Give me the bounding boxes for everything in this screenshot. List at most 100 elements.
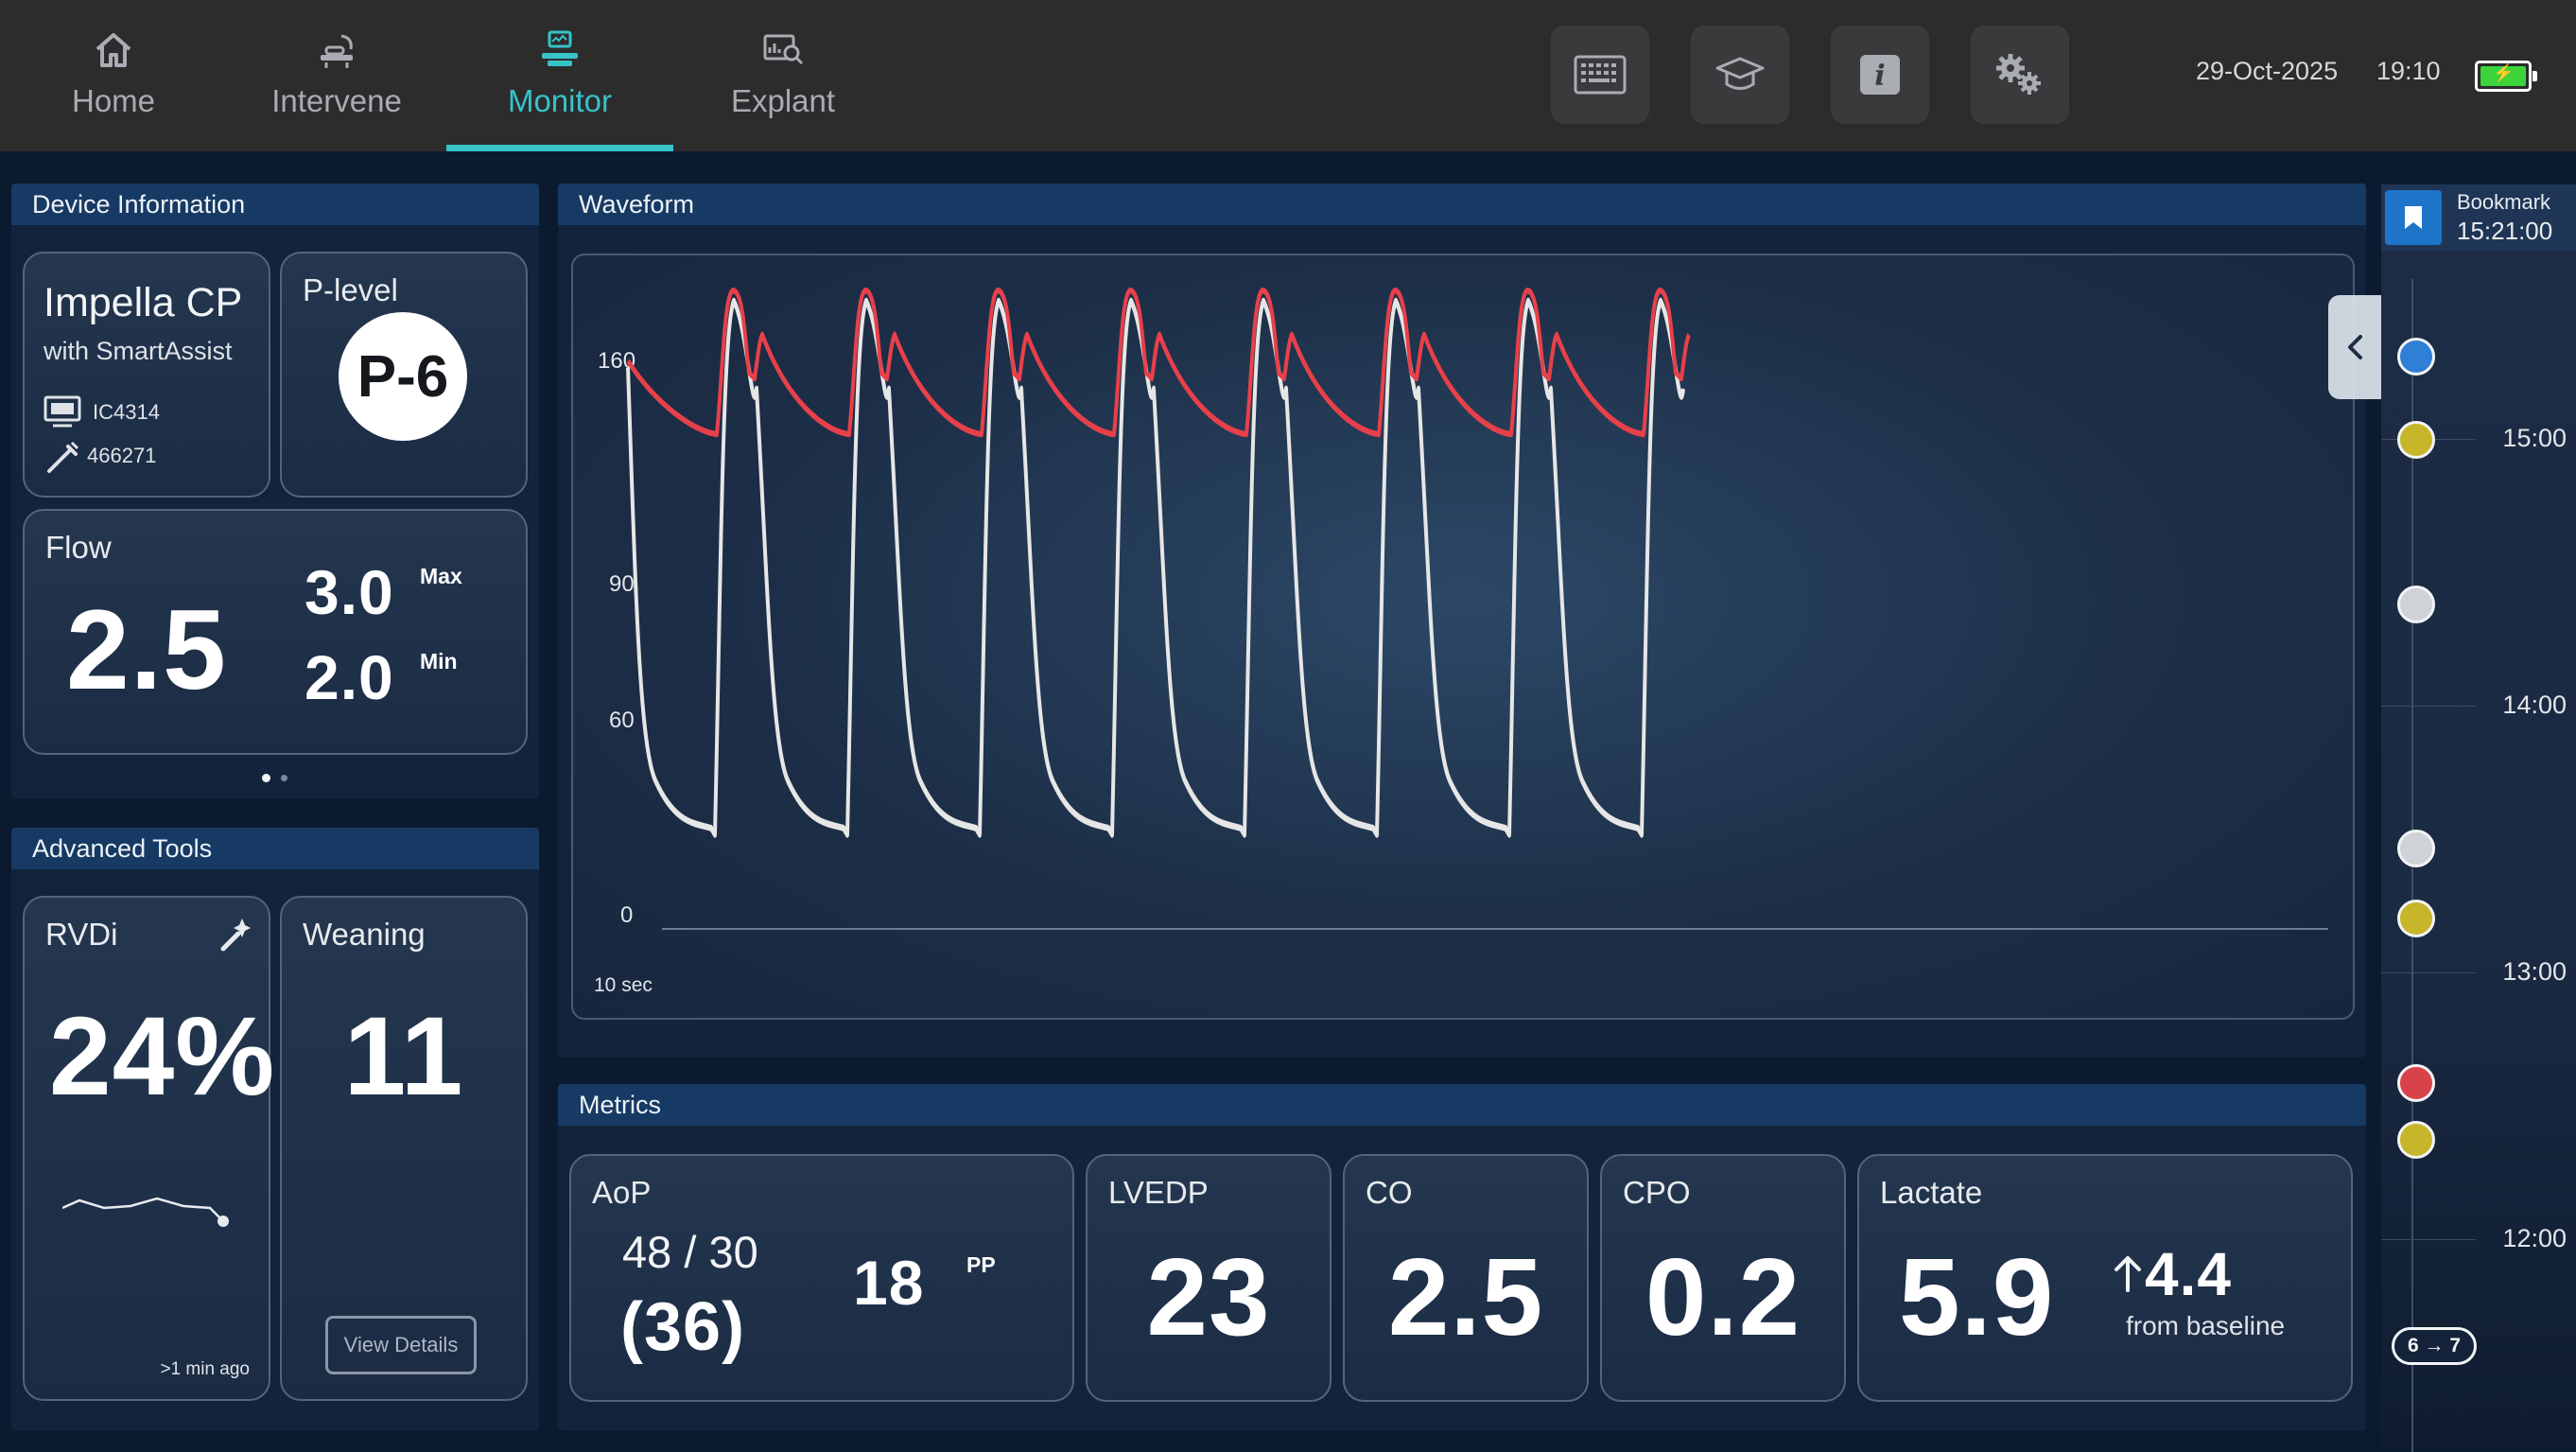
- cpo-card[interactable]: CPO 0.2: [1600, 1154, 1846, 1402]
- flow-value: 2.5: [66, 586, 227, 713]
- timeline-event-yellow[interactable]: [2397, 900, 2435, 937]
- settings-button[interactable]: [1971, 26, 2069, 124]
- event-timeline[interactable]: Bookmark 15:21:00 15:00 14:00 13:00 12:0…: [2381, 184, 2576, 1452]
- metrics-panel: Metrics AoP 48 / 30 (36) 18 PP LVEDP 23 …: [558, 1084, 2366, 1430]
- lvedp-card[interactable]: LVEDP 23: [1086, 1154, 1332, 1402]
- tab-intervene-label: Intervene: [271, 83, 402, 118]
- arrow-up-icon: [2115, 1256, 2141, 1292]
- rvdi-trend-sparkline: [62, 1197, 229, 1227]
- timeline-event-yellow[interactable]: [2397, 421, 2435, 459]
- top-navigation-bar: Home Intervene Monitor Explant i 29-Oct-…: [0, 0, 2576, 151]
- flow-min-value: 2.0: [305, 642, 394, 712]
- chevron-left-icon: [2348, 335, 2362, 359]
- battery-terminal: [2532, 71, 2537, 81]
- smart-sparkle-icon: [220, 918, 251, 952]
- info-icon: i: [1860, 55, 1900, 95]
- tab-monitor[interactable]: Monitor: [446, 26, 673, 151]
- aop-systolic-diastolic: 48 / 30: [622, 1227, 758, 1277]
- device-card[interactable]: Impella CP with SmartAssist IC4314 46627…: [23, 252, 270, 498]
- lactate-delta: 4.4: [2145, 1240, 2232, 1308]
- view-details-button[interactable]: View Details: [325, 1316, 477, 1374]
- lvedp-value: 23: [1146, 1235, 1271, 1358]
- waveform-header: Waveform: [558, 184, 2366, 225]
- lactate-card[interactable]: Lactate 5.9 4.4 from baseline: [1857, 1154, 2353, 1402]
- timeline-event-red[interactable]: [2397, 1064, 2435, 1102]
- co-value: 2.5: [1387, 1235, 1544, 1358]
- flow-card[interactable]: Flow 2.5 3.0 Max 2.0 Min: [23, 509, 528, 755]
- pager-dot[interactable]: [281, 775, 287, 781]
- keyboard-icon: [1574, 55, 1627, 95]
- plevel-label: P-level: [303, 272, 398, 307]
- timeline-event-gray[interactable]: [2397, 586, 2435, 623]
- device-name: Impella CP: [44, 280, 243, 325]
- keyboard-button[interactable]: [1551, 26, 1649, 124]
- console-icon: [44, 395, 81, 428]
- intervene-icon: [321, 34, 353, 68]
- timeline-event-gray[interactable]: [2397, 830, 2435, 867]
- timeline-event-blue[interactable]: [2397, 338, 2435, 376]
- advanced-tools-panel: Advanced Tools RVDi 24% >1 min ago Weani…: [11, 828, 539, 1430]
- info-button[interactable]: i: [1831, 26, 1929, 124]
- rvdi-card[interactable]: RVDi 24% >1 min ago: [23, 896, 274, 1401]
- bookmark-button[interactable]: [2385, 190, 2442, 245]
- lactate-label: Lactate: [1880, 1175, 1983, 1210]
- lactate-value: 5.9: [1899, 1235, 2055, 1358]
- aop-label: AoP: [592, 1175, 652, 1210]
- monitor-icon: [542, 30, 578, 66]
- plevel-card[interactable]: P-level P-6: [280, 252, 528, 498]
- time-display: 19:10: [2376, 57, 2441, 85]
- education-icon: [1715, 57, 1765, 90]
- timeline-event-yellow[interactable]: [2397, 1121, 2435, 1159]
- pager-dot-active[interactable]: [262, 774, 270, 782]
- cpo-label: CPO: [1623, 1175, 1691, 1210]
- pp-value: 18: [853, 1248, 925, 1318]
- lactate-delta-text: from baseline: [2126, 1311, 2286, 1340]
- cpo-value: 0.2: [1645, 1235, 1801, 1358]
- advanced-tools-header: Advanced Tools: [11, 828, 539, 869]
- explant-icon: [763, 34, 804, 65]
- timeline-time-1200: 12:00: [2502, 1224, 2567, 1252]
- pp-label: PP: [966, 1252, 996, 1277]
- bookmark-icon: [2405, 206, 2422, 229]
- timeline-gridline: [2381, 706, 2476, 707]
- waveform-traces: [626, 288, 2328, 930]
- plevel-badge: P-6: [339, 312, 467, 441]
- bookmark-header[interactable]: Bookmark 15:21:00: [2381, 184, 2576, 251]
- weaning-card[interactable]: Weaning 11 View Details: [280, 896, 528, 1401]
- tab-explant[interactable]: Explant: [670, 26, 896, 151]
- tab-monitor-label: Monitor: [507, 83, 613, 118]
- education-button[interactable]: [1691, 26, 1789, 124]
- co-card[interactable]: CO 2.5: [1343, 1154, 1589, 1402]
- plevel-value: P-6: [357, 343, 449, 410]
- timeline-gridline: [2381, 1239, 2476, 1240]
- catheter-icon: [47, 441, 79, 473]
- aop-card[interactable]: AoP 48 / 30 (36) 18 PP: [569, 1154, 1074, 1402]
- flow-min-label: Min: [420, 649, 458, 674]
- settings-icon: [1996, 54, 2041, 95]
- flow-max-value: 3.0: [305, 557, 394, 627]
- tab-explant-label: Explant: [730, 83, 836, 118]
- device-subtitle: with SmartAssist: [44, 337, 233, 365]
- collapse-timeline-button[interactable]: [2328, 295, 2383, 399]
- device-information-header: Device Information: [11, 184, 539, 225]
- rvdi-value: 24%: [49, 994, 276, 1119]
- rvdi-label: RVDi: [45, 917, 118, 952]
- device-information-panel: Device Information Impella CP with Smart…: [11, 184, 539, 798]
- console-id: IC4314: [93, 400, 160, 424]
- active-tab-indicator: [446, 145, 673, 151]
- timeline-time-1500: 15:00: [2502, 424, 2567, 452]
- battery-indicator: ⚡: [2475, 61, 2537, 92]
- tab-home[interactable]: Home: [0, 26, 227, 151]
- tab-intervene[interactable]: Intervene: [223, 26, 450, 151]
- timeline-time-1300: 13:00: [2502, 957, 2567, 986]
- flow-label: Flow: [45, 530, 112, 565]
- charging-icon: ⚡: [2493, 63, 2515, 82]
- plevel-change-badge[interactable]: 6 → 7: [2392, 1327, 2477, 1365]
- timeline-gridline: [2381, 972, 2476, 973]
- catheter-id: 466271: [87, 444, 157, 467]
- tab-home-label: Home: [71, 83, 156, 118]
- bookmark-label: Bookmark: [2457, 190, 2551, 214]
- weaning-label: Weaning: [303, 917, 426, 952]
- timeline-time-1400: 14:00: [2502, 691, 2567, 719]
- home-icon: [96, 33, 131, 67]
